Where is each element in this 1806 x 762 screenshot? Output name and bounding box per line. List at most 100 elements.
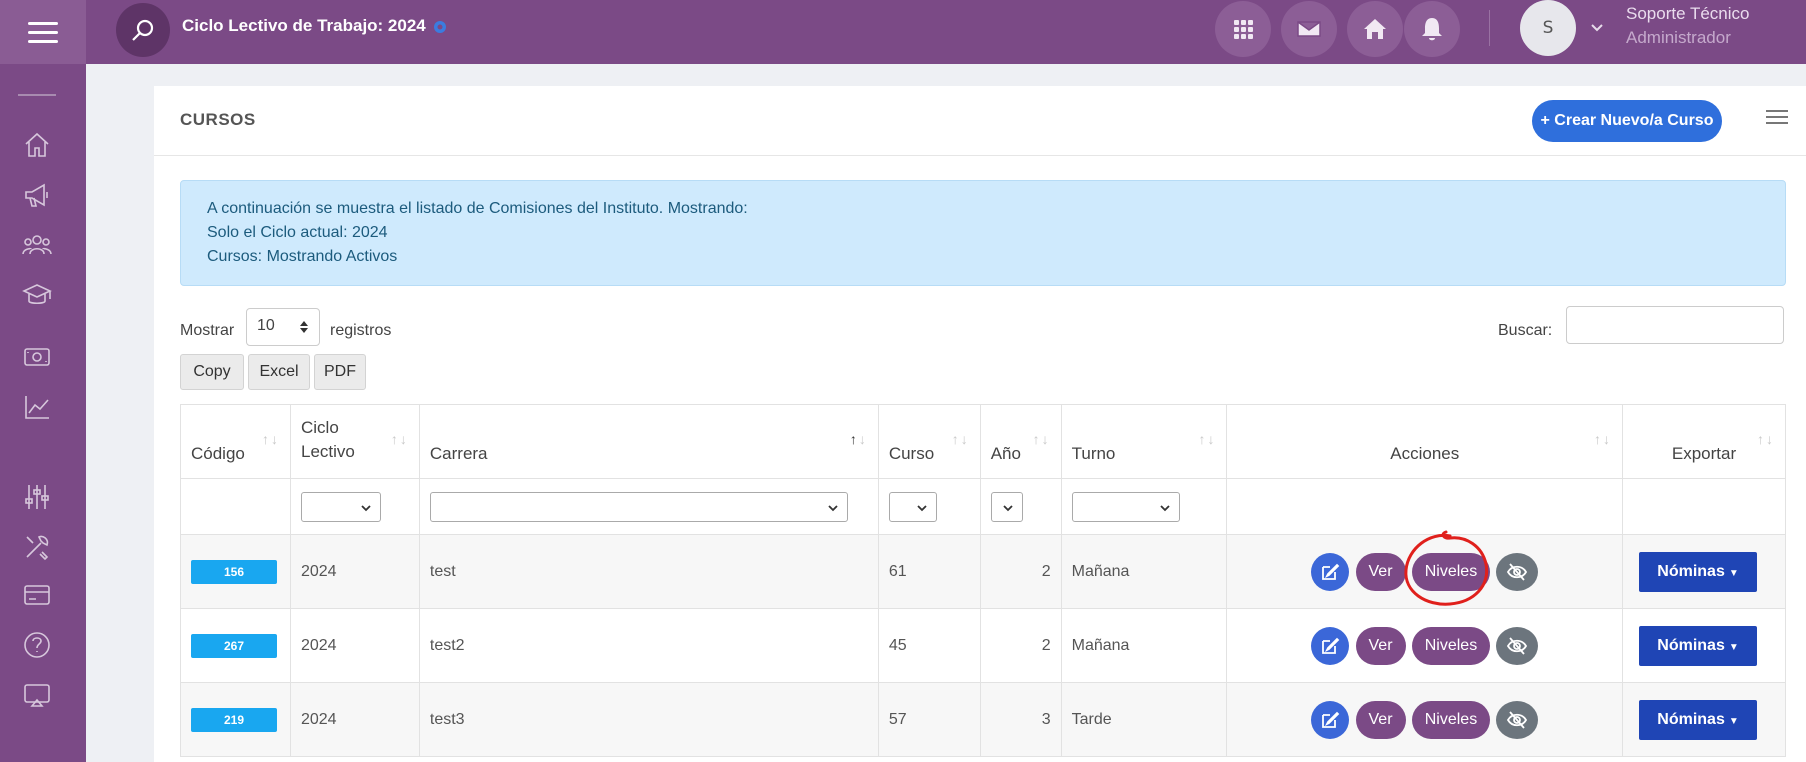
hide-button[interactable] — [1496, 626, 1539, 665]
levels-button[interactable]: Niveles — [1411, 626, 1490, 665]
view-button[interactable]: Ver — [1355, 626, 1406, 665]
annotation-circle — [1404, 530, 1489, 606]
nominas-dropdown-button[interactable]: Nóminas ▼ — [1639, 699, 1758, 740]
view-button[interactable]: Ver — [1355, 700, 1406, 739]
turno-cell: Tarde — [1060, 682, 1228, 757]
alert-line: Cursos: Mostrando Activos — [207, 248, 398, 265]
column-header-turno[interactable]: Turno ↑↓ — [1060, 404, 1228, 479]
graduation-cap-icon[interactable] — [20, 278, 54, 312]
megaphone-icon[interactable] — [20, 178, 54, 212]
edit-button[interactable] — [1311, 700, 1350, 739]
anio-cell: 2 — [979, 534, 1062, 609]
sort-icon: ↑↓ — [1198, 431, 1217, 447]
code-badge[interactable]: 156 — [191, 559, 277, 584]
edit-button[interactable] — [1311, 626, 1350, 665]
carrera-filter-select[interactable] — [429, 491, 848, 522]
header-label: Acciones — [1390, 444, 1460, 463]
excel-button[interactable]: Excel — [248, 354, 310, 390]
user-role: Administrador — [1626, 28, 1731, 47]
curso-filter-select[interactable] — [888, 491, 937, 522]
filter-cell — [877, 478, 981, 535]
list-menu-icon[interactable] — [1766, 110, 1788, 128]
table-row: 156 2024 test 61 2 Mañana Ver Niveles Nó… — [180, 534, 1786, 609]
users-icon[interactable] — [20, 228, 54, 262]
column-header-acciones[interactable]: Acciones ↑↓ — [1226, 404, 1624, 479]
edit-icon — [1322, 637, 1340, 654]
header-label: Ciclo Lectivo — [300, 418, 355, 461]
code-cell: 267 — [180, 608, 291, 683]
apps-button[interactable] — [1215, 1, 1271, 57]
table-row: 267 2024 test2 45 2 Mañana Ver Niveles N… — [180, 608, 1786, 683]
export-cell: Nóminas ▼ — [1622, 608, 1786, 683]
search-input[interactable] — [1566, 306, 1784, 344]
hide-button[interactable] — [1496, 700, 1539, 739]
search-button[interactable] — [116, 3, 170, 57]
filter-cell — [1226, 478, 1624, 535]
home-button[interactable] — [1347, 1, 1403, 57]
work-cycle-title: Ciclo Lectivo de Trabajo: 2024 — [182, 16, 426, 35]
chart-icon[interactable] — [20, 390, 54, 424]
user-name: Soporte Técnico — [1626, 4, 1750, 23]
page-length-value: 10 — [257, 317, 275, 334]
edit-icon — [1322, 563, 1340, 580]
export-cell: Nóminas ▼ — [1622, 682, 1786, 757]
tools-icon[interactable] — [20, 530, 54, 564]
chevron-down-icon — [1159, 504, 1170, 511]
card-icon[interactable] — [20, 578, 54, 612]
chevron-down-icon — [1003, 504, 1013, 511]
page-length-select[interactable]: 10 — [246, 308, 320, 346]
curso-cell: 45 — [877, 608, 981, 683]
code-badge[interactable]: 219 — [191, 707, 277, 732]
anio-cell: 3 — [979, 682, 1062, 757]
records-label: registros — [330, 322, 392, 339]
ciclo-cell: 2024 — [289, 608, 420, 683]
home-icon[interactable] — [20, 128, 54, 162]
turno-filter-select[interactable] — [1071, 491, 1180, 522]
avatar[interactable]: S — [1520, 0, 1576, 56]
edit-button[interactable] — [1311, 552, 1350, 591]
create-course-button[interactable]: + Crear Nuevo/a Curso — [1532, 100, 1722, 142]
messages-button[interactable] — [1281, 1, 1337, 57]
sliders-icon[interactable] — [20, 480, 54, 514]
header-label: Código — [191, 444, 245, 463]
menu-toggle-button[interactable] — [0, 0, 86, 64]
chevron-down-icon — [917, 504, 927, 511]
money-icon[interactable] — [20, 340, 54, 374]
help-icon[interactable] — [20, 628, 54, 662]
filter-cell — [1622, 478, 1786, 535]
nominas-dropdown-button[interactable]: Nóminas ▼ — [1639, 551, 1758, 592]
header-label: Curso — [888, 444, 935, 463]
eye-slash-icon — [1507, 636, 1528, 655]
column-header-curso[interactable]: Curso ↑↓ — [877, 404, 981, 479]
cast-icon[interactable] — [20, 678, 54, 712]
column-header-exportar[interactable]: Exportar ↑↓ — [1622, 404, 1786, 479]
ciclo-filter-select[interactable] — [300, 491, 381, 522]
curso-cell: 61 — [877, 534, 981, 609]
header-label: Exportar — [1671, 444, 1737, 463]
column-header-carrera[interactable]: Carrera ↑↓ — [418, 404, 879, 479]
copy-button[interactable]: Copy — [180, 354, 244, 390]
caret-down-icon: ▼ — [1728, 567, 1739, 579]
column-header-anio[interactable]: Año ↑↓ — [979, 404, 1062, 479]
view-button[interactable]: Ver — [1355, 552, 1406, 591]
pdf-button[interactable]: PDF — [314, 354, 366, 390]
nominas-label: Nóminas — [1657, 636, 1725, 654]
hide-button[interactable] — [1496, 552, 1539, 591]
sidebar-divider — [18, 94, 56, 96]
filter-cell — [289, 478, 420, 535]
sort-icon: ↑↓ — [1757, 431, 1775, 447]
levels-button[interactable]: Niveles — [1411, 700, 1490, 739]
nominas-dropdown-button[interactable]: Nóminas ▼ — [1639, 625, 1758, 666]
column-header-ciclo[interactable]: Ciclo Lectivo ↑↓ — [289, 404, 420, 479]
settings-gear-icon[interactable] — [432, 19, 448, 35]
chevron-down-icon[interactable] — [1588, 18, 1606, 36]
table-row: 219 2024 test3 57 3 Tarde Ver Niveles Nó… — [180, 682, 1786, 757]
nominas-label: Nóminas — [1657, 710, 1725, 728]
anio-filter-select[interactable] — [990, 491, 1023, 522]
code-badge[interactable]: 267 — [191, 633, 277, 658]
carrera-cell: test — [418, 534, 879, 609]
search-icon — [132, 19, 154, 41]
column-header-codigo[interactable]: Código ↑↓ — [180, 404, 291, 479]
filter-cell — [979, 478, 1062, 535]
notifications-button[interactable] — [1404, 1, 1460, 57]
